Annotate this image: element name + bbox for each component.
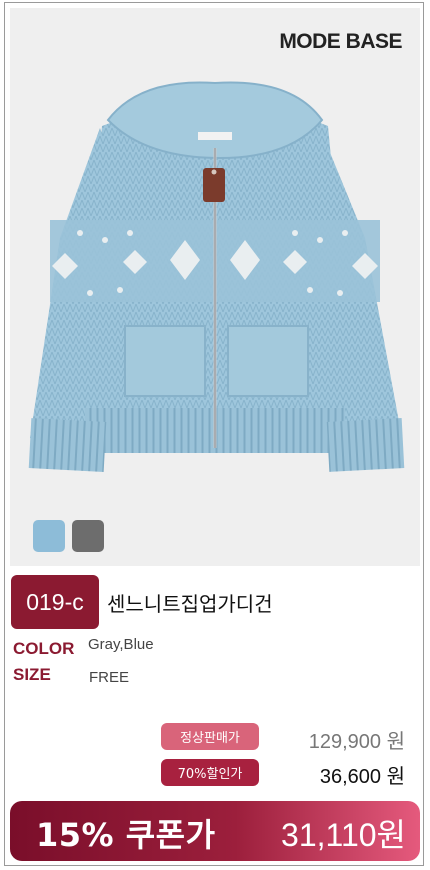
discount-price: 36,600 원 [319,766,405,788]
regular-price: 129,900 원 [308,731,405,753]
product-photo[interactable]: MODE BASE [10,8,420,566]
swatch-blue[interactable] [33,520,65,552]
color-label: COLOR [13,639,75,658]
color-value: Gray,Blue [88,636,154,653]
size-label: SIZE [13,665,51,684]
size-value: FREE [89,669,130,686]
coupon-label: 15% 쿠폰가 [36,816,216,854]
discount-price-badge: 70%할인가 [161,759,259,786]
product-card[interactable]: MODE BASE 019-c 센느니트집업가디건 COLOR Gray,Blu… [4,2,424,866]
coupon-banner[interactable]: 15% 쿠폰가 31,110원 [10,801,420,861]
product-code-badge: 019-c [11,575,99,629]
swatch-gray[interactable] [72,520,104,552]
regular-price-badge: 정상판매가 [161,723,259,750]
knit-cardigan-photo-icon [28,81,405,472]
coupon-price: 31,110원 [281,817,406,853]
product-name[interactable]: 센느니트집업가디건 [107,588,273,617]
